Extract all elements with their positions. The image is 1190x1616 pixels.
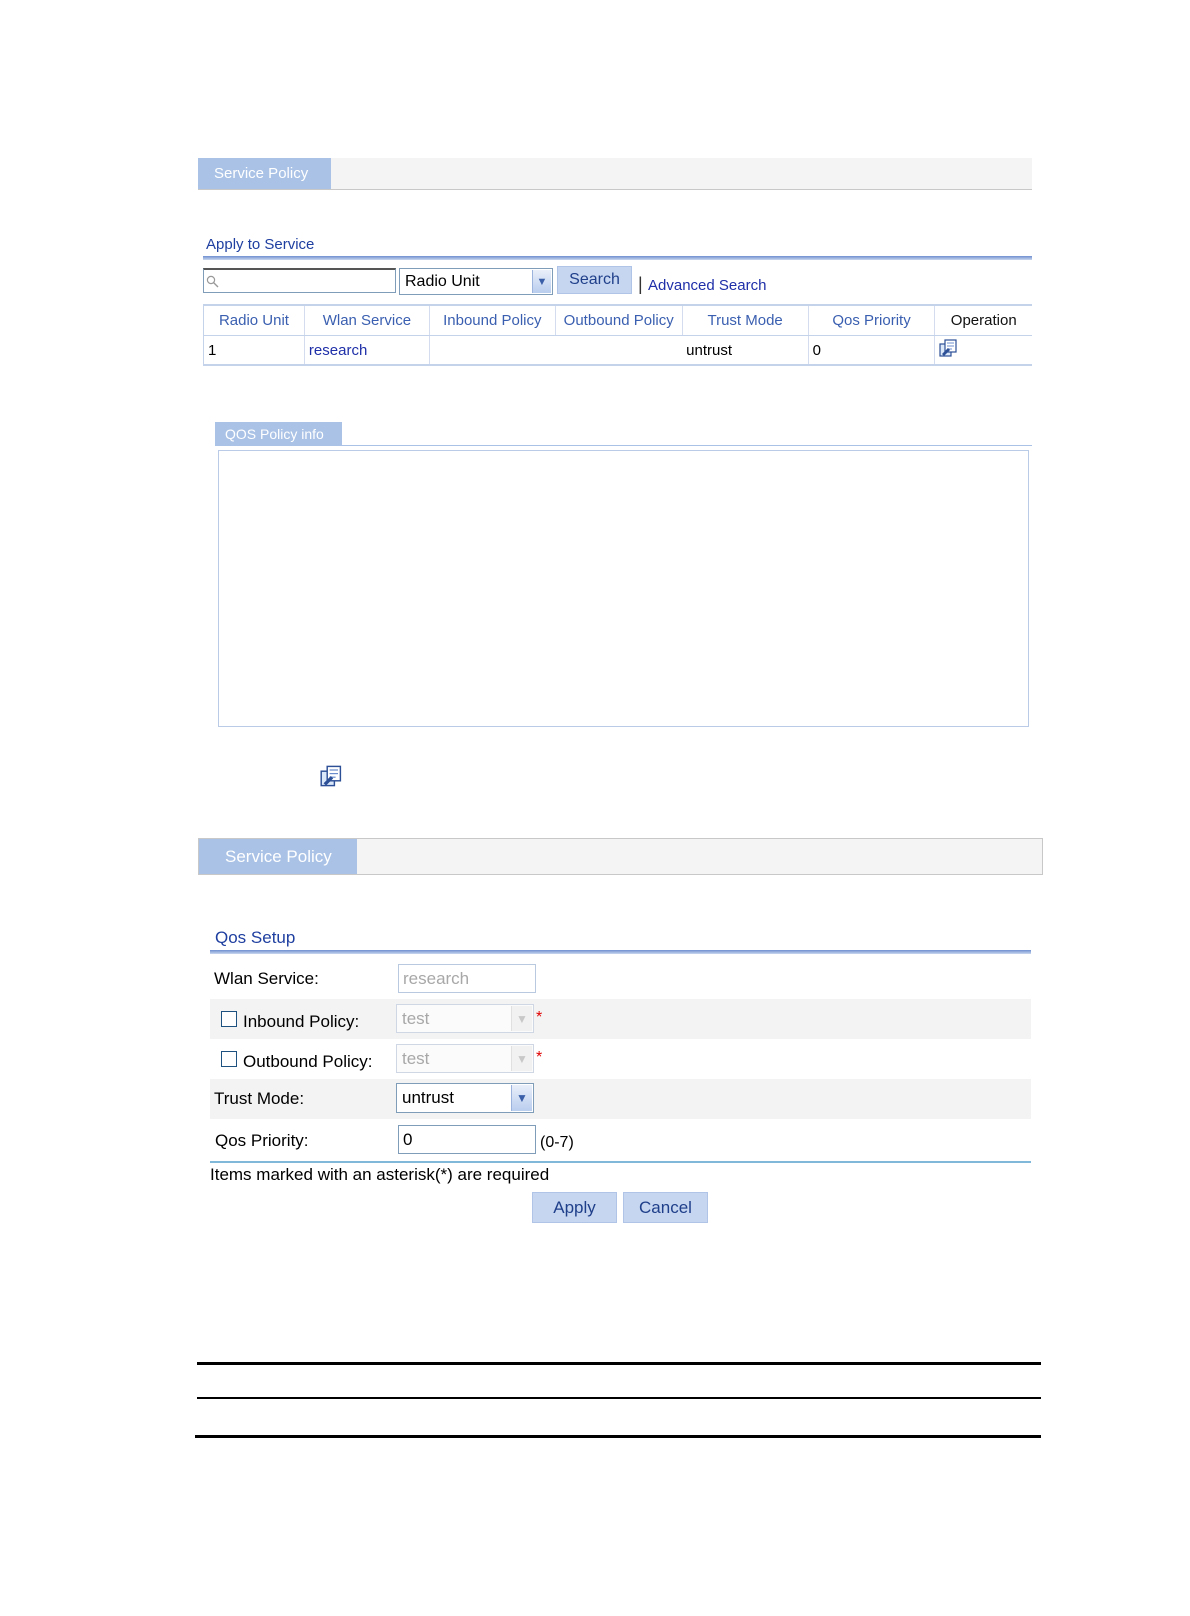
- inbound-policy-checkbox[interactable]: [221, 1011, 237, 1027]
- required-mark: *: [536, 1009, 543, 1026]
- required-mark: *: [536, 1049, 543, 1066]
- column-header[interactable]: Trust Mode: [681, 304, 809, 336]
- trust-mode-value: untrust: [402, 1088, 454, 1107]
- search-icon: [206, 275, 219, 288]
- top-tab-bar: Service Policy: [198, 158, 1032, 190]
- qos-priority-range: (0-7): [540, 1134, 574, 1151]
- advanced-search-link[interactable]: Advanced Search: [648, 277, 766, 294]
- tab-label: Service Policy: [214, 165, 309, 182]
- tab-label: Service Policy: [225, 846, 332, 866]
- outbound-policy-label: Outbound Policy:: [243, 1052, 373, 1071]
- separator: |: [638, 274, 643, 294]
- qos-info-tab-bar: QOS Policy info: [215, 422, 1032, 446]
- trust-mode-label: Trust Mode:: [214, 1089, 305, 1108]
- column-header[interactable]: Outbound Policy: [554, 304, 683, 336]
- edit-icon[interactable]: [939, 338, 959, 358]
- section-title-apply-to-service: Apply to Service: [206, 236, 315, 253]
- inbound-policy-label: Inbound Policy:: [243, 1012, 360, 1031]
- column-header[interactable]: Radio Unit: [203, 304, 305, 336]
- search-input[interactable]: [203, 268, 396, 293]
- outbound-policy-select: test ▼: [396, 1044, 534, 1073]
- cell-qos-priority: 0: [807, 335, 935, 366]
- document-rule: [197, 1362, 1041, 1365]
- search-field-select[interactable]: Radio Unit ▼: [399, 268, 553, 295]
- form-row-inbound-policy: Inbound Policy: test ▼ *: [210, 999, 1031, 1039]
- search-field-value: Radio Unit: [405, 272, 480, 290]
- form-row-qos-priority: Qos Priority: 0 (0-7): [210, 1120, 1031, 1160]
- tab-service-policy[interactable]: Service Policy: [198, 158, 331, 189]
- chevron-down-icon: ▼: [511, 1085, 532, 1111]
- tab-qos-policy-info[interactable]: QOS Policy info: [215, 422, 342, 445]
- form-divider: [210, 1161, 1031, 1163]
- section-rule: [203, 256, 1032, 260]
- qos-info-panel: [218, 450, 1029, 727]
- trust-mode-select[interactable]: untrust ▼: [396, 1083, 534, 1113]
- tab-service-policy[interactable]: Service Policy: [199, 839, 357, 874]
- cell-wlan-service: research: [303, 335, 430, 366]
- chevron-down-icon: ▼: [532, 270, 551, 293]
- wlan-service-field: research: [398, 964, 536, 993]
- bottom-tab-bar: Service Policy: [198, 838, 1043, 875]
- column-header: Operation: [934, 304, 1032, 336]
- chevron-down-icon: ▼: [511, 1046, 532, 1071]
- column-header[interactable]: Qos Priority: [807, 304, 935, 336]
- form-row-outbound-policy: Outbound Policy: test ▼ *: [210, 1040, 1031, 1080]
- chevron-down-icon: ▼: [511, 1006, 532, 1031]
- wlan-service-link[interactable]: research: [309, 342, 367, 359]
- qos-priority-input[interactable]: 0: [398, 1125, 536, 1154]
- apply-button[interactable]: Apply: [532, 1192, 617, 1223]
- table-header-row: Radio Unit Wlan Service Inbound Policy O…: [203, 304, 1032, 336]
- cell-outbound-policy: [555, 335, 683, 366]
- column-header[interactable]: Inbound Policy: [428, 304, 556, 336]
- search-button[interactable]: Search: [557, 266, 632, 294]
- table-row: 1 research untrust 0: [203, 335, 1032, 366]
- section-title-qos-setup: Qos Setup: [215, 928, 296, 947]
- cancel-button[interactable]: Cancel: [623, 1192, 708, 1223]
- section-rule: [210, 950, 1031, 954]
- cell-trust-mode: untrust: [682, 335, 809, 366]
- outbound-policy-value: test: [402, 1048, 430, 1068]
- inbound-policy-select: test ▼: [396, 1004, 534, 1033]
- outbound-policy-checkbox[interactable]: [221, 1051, 237, 1067]
- document-rule: [195, 1435, 1041, 1438]
- qos-priority-label: Qos Priority:: [215, 1131, 309, 1150]
- cell-inbound-policy: [428, 335, 556, 366]
- form-row-trust-mode: Trust Mode: untrust ▼: [210, 1079, 1031, 1119]
- column-header[interactable]: Wlan Service: [303, 304, 430, 336]
- inbound-policy-value: test: [402, 1008, 430, 1028]
- wlan-service-label: Wlan Service:: [214, 969, 319, 988]
- required-note: Items marked with an asterisk(*) are req…: [210, 1165, 550, 1184]
- document-rule: [197, 1397, 1041, 1399]
- cell-radio-unit: 1: [203, 335, 305, 366]
- form-row-wlan-service: Wlan Service: research: [210, 958, 1031, 998]
- cell-operation: [934, 335, 1032, 366]
- edit-icon: [320, 764, 344, 788]
- service-table: Radio Unit Wlan Service Inbound Policy O…: [203, 304, 1032, 366]
- tab-label: QOS Policy info: [225, 425, 324, 442]
